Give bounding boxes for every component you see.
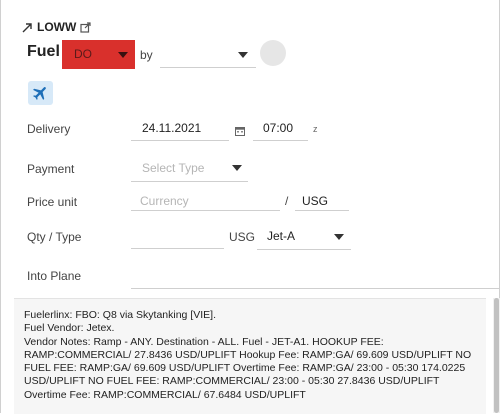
currency-placeholder: Currency: [140, 194, 189, 208]
into-plane-label: Into Plane: [27, 269, 82, 283]
into-plane-input[interactable]: [131, 288, 500, 289]
payment-label: Payment: [27, 162, 75, 176]
by-label: by: [140, 48, 153, 62]
delivery-label: Delivery: [27, 122, 71, 136]
timezone-label: z: [313, 124, 318, 134]
fuel-dropdown[interactable]: DO: [62, 40, 135, 69]
chevron-down-icon: [232, 165, 242, 171]
airport-header: LOWW: [22, 20, 91, 34]
external-link-icon[interactable]: [80, 21, 91, 33]
fuel-dropdown-value: DO: [74, 47, 92, 61]
price-unit-label: Price unit: [27, 195, 78, 209]
fuel-label: Fuel: [27, 43, 60, 60]
by-select[interactable]: [160, 40, 256, 68]
arrow-up-right-icon: [22, 22, 33, 33]
chevron-down-icon: [238, 52, 248, 58]
airport-code[interactable]: LOWW: [37, 20, 76, 34]
avatar-placeholder[interactable]: [260, 40, 286, 66]
price-unit-separator: /: [285, 194, 289, 208]
delivery-time-value: 07:00: [263, 121, 294, 135]
quantity-input[interactable]: [131, 224, 224, 249]
fuel-type-value: Jet-A: [267, 229, 296, 243]
fuel-notes-textarea[interactable]: Fuelerlinx: FBO: Q8 via Skytanking [VIE]…: [14, 298, 486, 414]
delivery-date-value: 24.11.2021: [142, 121, 202, 135]
panel-left-border: [0, 0, 1, 413]
calendar-icon[interactable]: [235, 123, 245, 136]
payment-type-placeholder: Select Type: [142, 161, 205, 175]
qty-type-label: Qty / Type: [27, 230, 82, 244]
price-unit-input[interactable]: USG: [295, 190, 349, 211]
price-unit-value: USG: [302, 194, 329, 208]
delivery-time-input[interactable]: 07:00: [253, 116, 308, 141]
chevron-down-icon: [118, 52, 128, 58]
chevron-down-icon: [334, 234, 344, 240]
delivery-date-input[interactable]: 24.11.2021: [131, 116, 229, 141]
quantity-unit-label: USG: [229, 230, 256, 244]
notes-scrollbar[interactable]: [493, 298, 500, 413]
aircraft-button[interactable]: [28, 81, 53, 105]
fuel-notes-text: Fuelerlinx: FBO: Q8 via Skytanking [VIE]…: [24, 309, 472, 401]
notes-scrollbar-thumb[interactable]: [494, 298, 499, 413]
payment-type-select[interactable]: Select Type: [131, 155, 248, 182]
currency-input[interactable]: Currency: [131, 190, 280, 211]
fuel-type-select[interactable]: Jet-A: [257, 222, 351, 250]
